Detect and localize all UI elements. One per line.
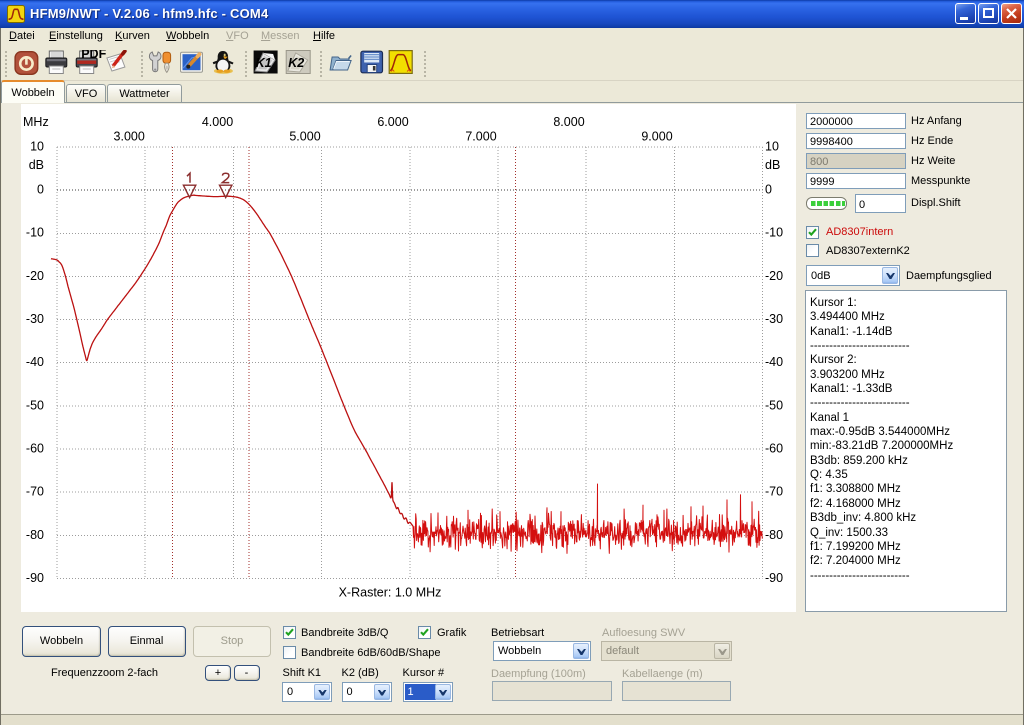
svg-text:8.000: 8.000 — [553, 115, 584, 129]
svg-text:-30: -30 — [765, 312, 783, 326]
svg-text:10: 10 — [765, 140, 779, 154]
svg-text:9.000: 9.000 — [641, 130, 672, 144]
svg-text:-80: -80 — [26, 528, 44, 542]
svg-text:-40: -40 — [765, 355, 783, 369]
svg-text:10: 10 — [30, 140, 44, 154]
svg-text:-20: -20 — [26, 269, 44, 283]
svg-text:-70: -70 — [765, 485, 783, 499]
svg-text:dB: dB — [29, 158, 44, 172]
svg-text:5.000: 5.000 — [289, 130, 320, 144]
svg-text:-40: -40 — [26, 355, 44, 369]
svg-text:6.000: 6.000 — [377, 115, 408, 129]
svg-text:-10: -10 — [26, 226, 44, 240]
svg-text:MHz: MHz — [23, 115, 49, 129]
svg-text:-50: -50 — [765, 398, 783, 412]
svg-text:3.000: 3.000 — [114, 130, 145, 144]
svg-text:-60: -60 — [765, 442, 783, 456]
svg-text:-20: -20 — [765, 269, 783, 283]
svg-text:-60: -60 — [26, 442, 44, 456]
svg-text:0: 0 — [765, 183, 772, 197]
svg-text:-80: -80 — [765, 528, 783, 542]
svg-text:7.000: 7.000 — [465, 130, 496, 144]
svg-text:-50: -50 — [26, 398, 44, 412]
svg-text:0: 0 — [37, 183, 44, 197]
svg-text:X-Raster: 1.0 MHz: X-Raster: 1.0 MHz — [339, 586, 442, 600]
svg-text:-30: -30 — [26, 312, 44, 326]
svg-text:4.000: 4.000 — [202, 115, 233, 129]
svg-text:-90: -90 — [765, 571, 783, 585]
svg-text:-10: -10 — [765, 226, 783, 240]
svg-text:dB: dB — [765, 158, 780, 172]
svg-text:-70: -70 — [26, 485, 44, 499]
svg-text:-90: -90 — [26, 571, 44, 585]
